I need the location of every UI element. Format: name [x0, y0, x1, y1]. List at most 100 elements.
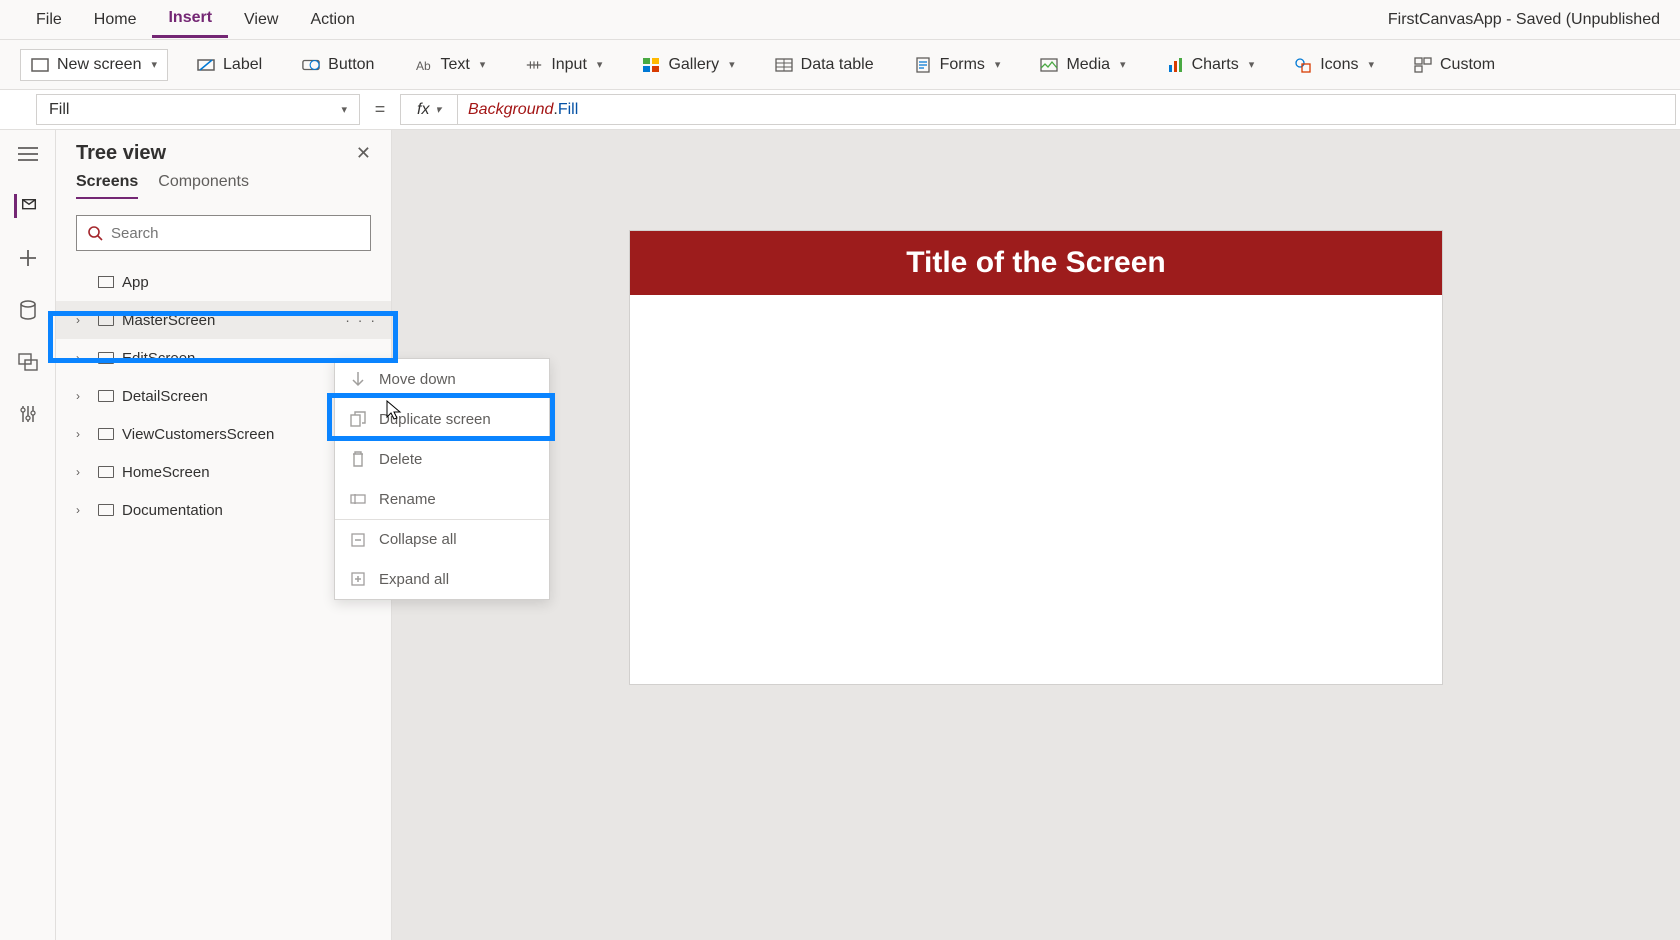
- text-text: Text: [440, 56, 469, 74]
- tree-view-icon[interactable]: [14, 194, 38, 218]
- chevron-right-icon[interactable]: ›: [76, 503, 90, 517]
- chevron-down-icon: ▾: [480, 58, 486, 71]
- more-options-button[interactable]: · · ·: [345, 312, 377, 328]
- ctx-duplicate-screen[interactable]: Duplicate screen: [335, 399, 549, 439]
- tree-item-label: Documentation: [122, 502, 223, 519]
- menu-bar: File Home Insert View Action FirstCanvas…: [0, 0, 1680, 40]
- chevron-down-icon: ▾: [341, 103, 347, 116]
- advanced-tools-icon[interactable]: [16, 402, 40, 426]
- tree-view-title: Tree view: [76, 142, 166, 165]
- gallery-button[interactable]: Gallery ▾: [631, 49, 745, 81]
- screen-icon: [98, 504, 114, 516]
- ctx-label: Collapse all: [379, 531, 457, 548]
- arrow-down-icon: [349, 370, 367, 388]
- charts-text: Charts: [1192, 56, 1239, 74]
- property-selector[interactable]: Fill ▾: [36, 94, 360, 125]
- chevron-right-icon[interactable]: ›: [76, 389, 90, 403]
- menu-view[interactable]: View: [228, 3, 294, 37]
- ctx-rename[interactable]: Rename: [335, 479, 549, 519]
- icons-text: Icons: [1320, 56, 1358, 74]
- expand-icon: [349, 570, 367, 588]
- chevron-right-icon[interactable]: ›: [76, 465, 90, 479]
- charts-button[interactable]: Charts ▾: [1155, 49, 1266, 81]
- copy-icon: [349, 410, 367, 428]
- collapse-icon: [349, 531, 367, 549]
- text-button[interactable]: Ab Text ▾: [403, 49, 496, 81]
- screen-icon: [31, 56, 49, 74]
- ctx-collapse-all[interactable]: Collapse all: [335, 519, 549, 559]
- custom-text: Custom: [1440, 56, 1495, 74]
- equals-sign: =: [360, 90, 400, 129]
- left-rail: [0, 130, 56, 940]
- label-text: Label: [223, 56, 262, 74]
- app-title: FirstCanvasApp - Saved (Unpublished: [1388, 11, 1660, 29]
- forms-button[interactable]: Forms ▾: [903, 49, 1012, 81]
- canvas-title-text: Title of the Screen: [906, 246, 1166, 280]
- ctx-delete[interactable]: Delete: [335, 439, 549, 479]
- icons-button[interactable]: Icons ▾: [1283, 49, 1385, 81]
- menu-action[interactable]: Action: [294, 3, 370, 37]
- insert-icon[interactable]: [16, 246, 40, 270]
- gallery-text: Gallery: [668, 56, 719, 74]
- button-button[interactable]: Button: [291, 49, 385, 81]
- input-text: Input: [551, 56, 587, 74]
- tab-screens[interactable]: Screens: [76, 173, 138, 199]
- menu-file[interactable]: File: [20, 3, 78, 37]
- rename-icon: [349, 490, 367, 508]
- chevron-down-icon: ▾: [995, 58, 1001, 71]
- tree-item-label: App: [122, 274, 149, 291]
- search-input[interactable]: [111, 225, 360, 242]
- icons-icon: [1294, 56, 1312, 74]
- tree-item-label: HomeScreen: [122, 464, 210, 481]
- label-icon: [197, 56, 215, 74]
- tree-item-label: DetailScreen: [122, 388, 208, 405]
- label-button[interactable]: Label: [186, 49, 273, 81]
- tree-item-label: ViewCustomersScreen: [122, 426, 274, 443]
- canvas-screen[interactable]: Title of the Screen: [629, 230, 1443, 685]
- ribbon-toolbar: New screen ▾ Label Button Ab Text ▾ Inpu…: [0, 40, 1680, 90]
- close-icon[interactable]: ✕: [356, 143, 371, 164]
- hamburger-icon[interactable]: [16, 142, 40, 166]
- svg-text:Ab: Ab: [416, 59, 431, 72]
- formula-bar: Fill ▾ = fx ▾ Background.Fill: [0, 90, 1680, 130]
- button-text: Button: [328, 56, 374, 74]
- button-icon: [302, 56, 320, 74]
- media-button[interactable]: Media ▾: [1029, 49, 1136, 81]
- ctx-label: Duplicate screen: [379, 411, 491, 428]
- fx-button[interactable]: fx ▾: [400, 94, 458, 125]
- media-rail-icon[interactable]: [16, 350, 40, 374]
- input-button[interactable]: Input ▾: [514, 49, 613, 81]
- chevron-right-icon[interactable]: ›: [76, 351, 90, 365]
- new-screen-label: New screen: [57, 56, 141, 74]
- chevron-down-icon: ▾: [1120, 58, 1126, 71]
- input-icon: [525, 56, 543, 74]
- ctx-label: Delete: [379, 451, 422, 468]
- data-table-icon: [775, 56, 793, 74]
- screen-icon: [98, 390, 114, 402]
- tab-components[interactable]: Components: [158, 173, 249, 199]
- custom-icon: [1414, 56, 1432, 74]
- main-area: Tree view ✕ Screens Components App › Mas…: [0, 130, 1680, 940]
- chevron-right-icon[interactable]: ›: [76, 427, 90, 441]
- charts-icon: [1166, 56, 1184, 74]
- tree-item-app[interactable]: App: [56, 263, 391, 301]
- menu-insert[interactable]: Insert: [152, 1, 228, 38]
- data-icon[interactable]: [16, 298, 40, 322]
- tree-item-masterscreen[interactable]: › MasterScreen · · ·: [56, 301, 391, 339]
- custom-button[interactable]: Custom: [1403, 49, 1506, 81]
- menu-home[interactable]: Home: [78, 3, 153, 37]
- chevron-right-icon[interactable]: ›: [76, 313, 90, 327]
- new-screen-button[interactable]: New screen ▾: [20, 49, 168, 81]
- ctx-expand-all[interactable]: Expand all: [335, 559, 549, 599]
- formula-input[interactable]: Background.Fill: [458, 94, 1676, 125]
- canvas-header[interactable]: Title of the Screen: [630, 231, 1442, 295]
- search-box[interactable]: [76, 215, 371, 251]
- data-table-button[interactable]: Data table: [764, 49, 885, 81]
- chevron-down-icon: ▾: [729, 58, 735, 71]
- chevron-down-icon: ▾: [1368, 58, 1374, 71]
- chevron-down-icon: ▾: [1249, 58, 1255, 71]
- ctx-move-down[interactable]: Move down: [335, 359, 549, 399]
- ctx-label: Expand all: [379, 571, 449, 588]
- screen-icon: [98, 466, 114, 478]
- forms-text: Forms: [940, 56, 985, 74]
